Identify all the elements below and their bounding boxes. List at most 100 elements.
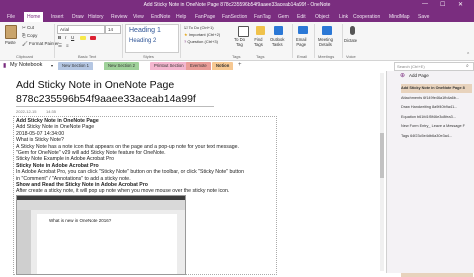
font-color-icon[interactable] — [90, 36, 96, 40]
page-scrollbar[interactable] — [380, 73, 384, 271]
tag-important-item[interactable]: ★ Important (Ctrl+2) — [184, 32, 220, 37]
meeting-details-button[interactable]: Meeting Details — [318, 37, 333, 47]
scrollbar-thumb[interactable] — [380, 133, 384, 178]
tab-help[interactable]: Help — [176, 13, 186, 22]
close-button[interactable]: ✕ — [458, 1, 463, 8]
todo-tag-button[interactable]: To Do Tag — [234, 37, 245, 47]
page-list-item[interactable]: Add Sticky Note in OneNote Page 8 — [401, 84, 472, 93]
outlook-tasks-icon[interactable] — [274, 26, 283, 35]
copy-label: Copy — [26, 33, 38, 38]
font-size-select[interactable]: 14 — [105, 25, 121, 34]
font-name-select[interactable]: Arial — [57, 25, 105, 34]
tab-insert[interactable]: Insert — [51, 13, 64, 22]
screenshot-sidebar — [17, 210, 31, 274]
font-size-value: 14 — [108, 27, 114, 32]
minimize-button[interactable]: — — [422, 1, 428, 7]
tab-fantag[interactable]: FanTag — [254, 13, 271, 22]
ribbon-separator — [180, 24, 181, 58]
tab-review[interactable]: Review — [111, 13, 127, 22]
page-list-item[interactable]: Attachments 6f149fe46a1fb4a6b... — [401, 94, 472, 103]
copy-button[interactable]: ⎘ Copy — [22, 33, 37, 38]
clipboard-group-label: Clipboard — [16, 54, 34, 59]
page-list-item[interactable]: Tags 64f23c5e4db6a30e3a4... — [401, 132, 472, 141]
page-list-item[interactable]: Draw Handwriting 8a9f40b9a41... — [401, 103, 472, 112]
notebook-icon[interactable]: ▮ — [3, 62, 6, 69]
tab-mindmap[interactable]: MindMap — [389, 13, 410, 22]
tag-todo-label: To Do (Ctrl+1) — [188, 25, 214, 30]
underline-button[interactable]: U — [71, 35, 74, 40]
page-list-item[interactable]: New Form Entry_ Leave a Message F — [401, 122, 472, 131]
section-tab-notion[interactable]: Notion — [212, 62, 234, 70]
outlook-tasks-button[interactable]: Outlook Tasks — [270, 37, 284, 47]
tab-link[interactable]: Link — [339, 13, 348, 22]
screenshot-page: What is new in OneNote 2016? — [37, 214, 177, 274]
tab-endnote[interactable]: EndNote — [151, 13, 170, 22]
tab-view[interactable]: View — [133, 13, 144, 22]
section-tab-new-section-1[interactable]: New Section 1 — [58, 62, 93, 70]
page-canvas[interactable]: Add Sticky Note in OneNote Page 878c2355… — [0, 71, 386, 275]
email-page-icon[interactable] — [298, 26, 308, 34]
page-list-item[interactable]: Equation b61fd1f5f46e3c8fea3... — [401, 113, 472, 122]
email-group-label: Email — [297, 54, 308, 59]
ribbon-separator — [314, 24, 315, 58]
meeting-details-icon[interactable] — [322, 26, 332, 35]
embedded-screenshot[interactable]: What is new in OneNote 2016? — [16, 195, 186, 275]
chevron-down-icon[interactable]: ▾ — [51, 63, 53, 68]
collapse-ribbon-icon[interactable]: ⌃ — [466, 52, 470, 58]
voice-group-label: Voice — [346, 54, 356, 59]
tab-home[interactable]: Home — [24, 12, 44, 22]
tab-object[interactable]: Object — [315, 13, 329, 22]
section-tab-new-section-2[interactable]: New Section 2 — [104, 62, 139, 70]
find-tags-button[interactable]: Find Tags — [254, 37, 263, 47]
ribbon-separator — [342, 24, 343, 58]
tag-question-label: Question (Ctrl+3) — [187, 39, 218, 44]
tab-fanpage[interactable]: FanPage — [195, 13, 215, 22]
tab-file[interactable]: File — [7, 13, 15, 22]
tag-todo-item[interactable]: ☑ To Do (Ctrl+1) — [184, 25, 214, 30]
bullets-icon[interactable]: ☰ — [58, 43, 62, 49]
find-tags-icon[interactable] — [256, 26, 265, 35]
search-icon[interactable]: ⌕ — [466, 63, 469, 69]
microphone-icon[interactable] — [350, 26, 355, 35]
tab-gem[interactable]: Gem — [278, 13, 289, 22]
highlight-icon[interactable] — [80, 36, 86, 40]
paste-button[interactable]: Paste — [5, 40, 16, 45]
section-tab-evernote[interactable]: Evernote — [186, 62, 211, 70]
add-section-icon[interactable]: + — [238, 62, 242, 68]
bold-button[interactable]: B — [58, 35, 61, 40]
cut-label: Cut — [27, 25, 35, 30]
section-tab-printout-section[interactable]: Printout Section — [150, 62, 188, 70]
italic-button[interactable]: I — [65, 35, 66, 40]
page-title-line-2[interactable]: 878c235596b54f9aaee33aceab14a99f — [16, 93, 196, 105]
heading-2-style[interactable]: Heading 2 — [129, 38, 156, 44]
todo-tag-icon[interactable] — [238, 26, 249, 37]
note-line[interactable]: After create a sticky note, it will pop … — [16, 188, 229, 194]
tab-save[interactable]: Save — [418, 13, 429, 22]
tag-question-item[interactable]: ? Question (Ctrl+3) — [184, 39, 218, 44]
tag-important-label: Important (Ctrl+2) — [188, 32, 221, 37]
ribbon-separator — [292, 24, 293, 58]
tab-cooperation[interactable]: Cooperation — [353, 13, 380, 22]
dictate-button[interactable]: Dictate — [344, 38, 357, 43]
maximize-button[interactable]: ☐ — [440, 1, 445, 8]
notebook-name[interactable]: My Notebook — [10, 62, 42, 68]
tab-edit[interactable]: Edit — [297, 13, 306, 22]
tab-fansection[interactable]: FanSection — [222, 13, 247, 22]
styles-gallery[interactable]: Heading 1 Heading 2 — [125, 24, 179, 53]
cut-button[interactable]: ✂ Cut — [22, 25, 34, 31]
meetings-group-label: Meetings — [318, 54, 335, 59]
heading-1-style[interactable]: Heading 1 — [129, 27, 161, 34]
tab-draw[interactable]: Draw — [72, 13, 84, 22]
title-bar: Add Sticky Note in OneNote Page 878c2355… — [0, 0, 474, 11]
paste-icon[interactable] — [5, 25, 17, 39]
ribbon-tabs: File Home Insert Draw History Review Vie… — [0, 11, 474, 22]
numbering-icon[interactable]: ≡ — [66, 43, 69, 48]
tags-center-label: Tags — [232, 54, 241, 59]
page-title-line-1[interactable]: Add Sticky Note in OneNote Page — [16, 79, 174, 91]
tab-history[interactable]: History — [88, 13, 104, 22]
email-page-button[interactable]: Email Page — [296, 37, 306, 47]
search-box[interactable]: Search (Ctrl+E) ⌕ — [394, 62, 474, 71]
font-name-value: Arial — [60, 27, 70, 32]
page-date: 2022-12-15 — [16, 109, 37, 114]
add-page-button[interactable]: ⊕ Add Page — [393, 72, 473, 80]
